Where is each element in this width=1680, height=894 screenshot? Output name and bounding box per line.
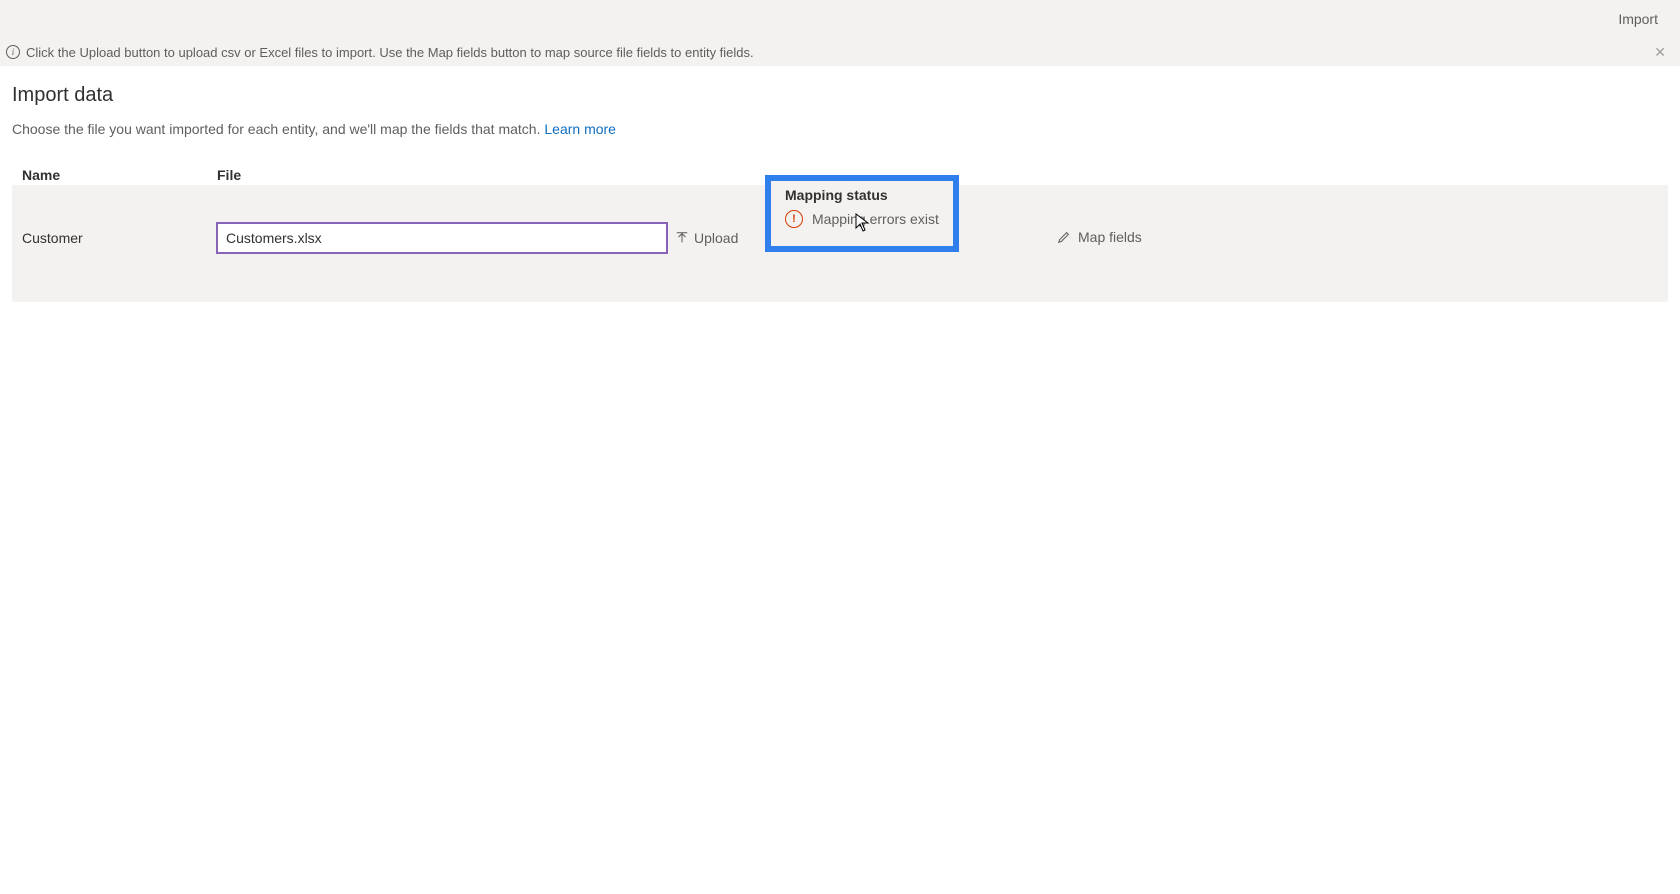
pencil-icon — [1057, 230, 1071, 244]
map-fields-button[interactable]: Map fields — [1057, 229, 1142, 245]
status-value: ! Mapping errors exist — [785, 210, 939, 228]
info-bar: i Click the Upload button to upload csv … — [0, 38, 1680, 66]
file-cell: Upload — [217, 223, 747, 253]
status-highlight-box: Mapping status ! Mapping errors exist — [765, 175, 959, 252]
map-cell: Map fields — [1057, 229, 1658, 247]
import-button[interactable]: Import — [1618, 11, 1658, 27]
upload-label: Upload — [694, 230, 738, 246]
entity-grid: Name File Customer Upload Mapping status — [12, 167, 1668, 302]
subtitle-text: Choose the file you want imported for ea… — [12, 121, 544, 137]
file-input[interactable] — [217, 223, 667, 253]
learn-more-link[interactable]: Learn more — [544, 121, 616, 137]
header-name: Name — [22, 167, 217, 183]
content-area: Import data Choose the file you want imp… — [0, 66, 1680, 302]
page-title: Import data — [12, 84, 1668, 107]
status-text: Mapping errors exist — [812, 211, 939, 227]
error-icon: ! — [785, 210, 803, 228]
top-bar: Import — [0, 0, 1680, 38]
map-fields-label: Map fields — [1078, 229, 1142, 245]
info-icon: i — [6, 45, 20, 59]
upload-icon — [675, 231, 689, 245]
entity-name: Customer — [22, 230, 217, 246]
header-file: File — [217, 167, 747, 183]
entity-row: Customer Upload Mapping status ! Mapping… — [12, 185, 1668, 302]
upload-button[interactable]: Upload — [675, 230, 738, 246]
info-bar-text: Click the Upload button to upload csv or… — [26, 45, 754, 60]
page-subtitle: Choose the file you want imported for ea… — [12, 121, 1668, 137]
status-cell: Mapping status ! Mapping errors exist — [747, 199, 1057, 276]
status-header: Mapping status — [785, 187, 939, 203]
close-icon[interactable]: ✕ — [1654, 44, 1666, 61]
